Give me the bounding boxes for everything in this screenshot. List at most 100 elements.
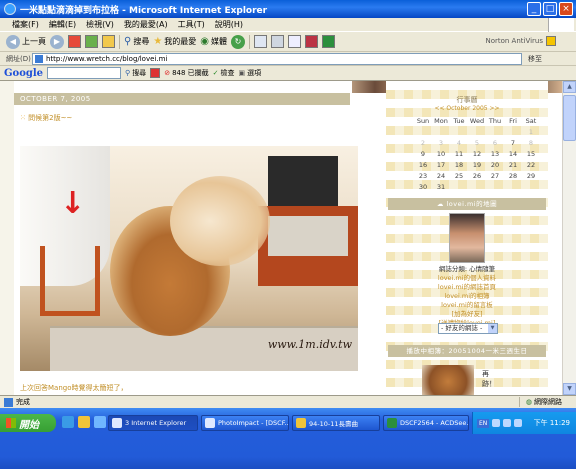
globe-icon: ◍	[525, 398, 532, 406]
google-logo[interactable]: Google	[4, 68, 43, 79]
page-icon	[35, 54, 43, 63]
go-button[interactable]: 移至	[528, 54, 542, 64]
calendar-day	[432, 126, 450, 137]
scroll-up-button[interactable]: ▲	[563, 81, 576, 93]
page-done-icon	[4, 397, 13, 407]
menu-edit[interactable]: 編輯(E)	[49, 19, 76, 30]
menu-bar: 檔案(F) 編輯(E) 檢視(V) 我的最愛(A) 工具(T) 說明(H)	[0, 18, 576, 32]
tray-icon[interactable]	[492, 419, 501, 427]
ie-quicklaunch-icon[interactable]	[62, 416, 74, 428]
category-link[interactable]: 網誌分類: 心情隨筆	[386, 265, 548, 274]
calendar-day	[504, 181, 522, 192]
post-caption: 上次回答Mango時覺得太簡短了，	[20, 384, 128, 392]
calendar-day: 19	[472, 160, 482, 169]
task-internet-explorer[interactable]: 3 Internet Explorer	[108, 415, 198, 431]
profile-link[interactable]: lovei.mi的個人資料	[386, 274, 548, 283]
windows-flag-icon	[6, 418, 16, 428]
album-thumbnail[interactable]	[422, 365, 474, 395]
guestbook-link[interactable]: lovei.mi的留言板	[386, 301, 548, 310]
calendar-day: 23	[418, 171, 428, 180]
desktop-quicklaunch-icon[interactable]	[94, 416, 106, 428]
minimize-button[interactable]: _	[527, 2, 541, 16]
volume-icon[interactable]	[514, 419, 523, 427]
discuss-icon[interactable]	[305, 35, 319, 48]
favorites-button[interactable]: ★ 我的最愛	[153, 36, 196, 47]
scroll-down-button[interactable]: ▼	[563, 383, 576, 395]
calendar-nav[interactable]: << October 2005 >>	[386, 105, 548, 112]
forward-button[interactable]: ▶	[50, 34, 64, 49]
back-button[interactable]: ◀ 上一頁	[6, 34, 46, 49]
calendar-day	[468, 126, 486, 137]
calendar-day: 5	[474, 138, 480, 147]
search-icon: ⚲	[124, 36, 132, 47]
album-link[interactable]: lovei.mi的相簿	[386, 292, 548, 301]
scroll-thumb[interactable]	[563, 95, 576, 141]
options-button[interactable]: ▣ 選項	[239, 68, 262, 78]
address-input[interactable]: http://www.wretch.cc/blog/lovei.mi	[32, 52, 522, 65]
address-bar: 網址(D) http://www.wretch.cc/blog/lovei.mi…	[0, 52, 576, 66]
friend-blogs-select[interactable]: - 好友的網誌 - ▼	[438, 323, 498, 334]
blog-home-link[interactable]: lovei.mi的網誌首頁	[386, 283, 548, 292]
task-photoimpact[interactable]: PhotoImpact - [DSCF...	[201, 415, 289, 431]
menu-view[interactable]: 檢視(V)	[86, 19, 114, 30]
norton-toolbar[interactable]: Norton AntiVirus	[485, 36, 556, 46]
spellcheck-button[interactable]: ✓ 檢查	[213, 68, 235, 78]
calendar-day: 30	[418, 182, 428, 191]
calendar-day	[486, 181, 504, 192]
security-zone: ◍ 網際網路	[518, 397, 562, 407]
google-search-button[interactable]: ⚲ 搜尋	[125, 68, 146, 78]
calendar-day: 9	[420, 149, 426, 158]
folder-quicklaunch-icon[interactable]	[78, 416, 90, 428]
blocker-icon: ⊘	[164, 69, 171, 77]
media-button[interactable]: ◉ 媒體	[200, 36, 227, 47]
google-search-input[interactable]	[47, 67, 122, 79]
task-acdsee[interactable]: DSCF2564 - ACDSee...	[383, 415, 469, 431]
calendar-day: 16	[418, 160, 428, 169]
language-indicator[interactable]: EN	[477, 418, 490, 428]
menu-tools[interactable]: 工具(T)	[178, 19, 205, 30]
photo-shelf-glass	[268, 216, 348, 256]
home-icon[interactable]	[102, 35, 115, 48]
maximize-button[interactable]: □	[543, 2, 557, 16]
history-icon[interactable]: ↻	[231, 34, 246, 49]
page-margin	[0, 81, 14, 395]
calendar-day: 27	[490, 171, 500, 180]
stop-icon[interactable]	[68, 35, 81, 48]
refresh-icon[interactable]	[85, 35, 98, 48]
window-controls: _ □ ×	[527, 2, 573, 16]
popup-blocker[interactable]: ⊘ 848 已攔截	[164, 68, 208, 78]
tray-icon[interactable]	[503, 419, 512, 427]
album-heading: 播放中相簿：20051004一米三週生日	[388, 345, 546, 357]
map-heading: ☁ lovei.mi的地圖	[388, 198, 546, 210]
windows-logo-icon	[548, 18, 574, 32]
profile-links: 網誌分類: 心情隨筆 lovei.mi的個人資料 lovei.mi的網誌首頁 l…	[386, 265, 548, 328]
pagerank-icon[interactable]	[150, 68, 161, 78]
print-icon[interactable]	[271, 35, 285, 48]
close-button[interactable]: ×	[559, 2, 573, 16]
title-bar: 一米點點滴滴掉到布拉格 - Microsoft Internet Explore…	[0, 0, 576, 18]
add-friend-link[interactable]: [加為好友]	[386, 310, 548, 319]
messenger-icon[interactable]	[322, 35, 336, 48]
post-photo-dog[interactable]: ↓ www.1m.idv.tw	[20, 146, 358, 371]
edit-icon[interactable]	[288, 35, 302, 48]
photo-dog-tail	[170, 176, 270, 266]
weekday: Fri	[509, 116, 517, 125]
calendar-day: 22	[526, 160, 536, 169]
red-arrow-icon: ↓	[60, 186, 86, 221]
address-label: 網址(D)	[6, 54, 31, 63]
task-folder[interactable]: 94-10-11長壽曲	[292, 415, 380, 431]
calendar-day[interactable]: 7	[504, 137, 522, 148]
avatar[interactable]	[449, 213, 485, 263]
post-title[interactable]: ⁙ 問候第2版~~	[20, 113, 72, 123]
menu-file[interactable]: 檔案(F)	[12, 19, 39, 30]
search-button[interactable]: ⚲ 搜尋	[124, 36, 149, 47]
mail-icon[interactable]	[254, 35, 268, 48]
start-button[interactable]: 開始	[0, 414, 56, 432]
weekday: Sun	[416, 116, 430, 125]
menu-help[interactable]: 說明(H)	[215, 19, 243, 30]
menu-favorites[interactable]: 我的最愛(A)	[124, 19, 168, 30]
vertical-scrollbar[interactable]: ▲ ▼	[562, 81, 576, 395]
calendar-day: 26	[472, 171, 482, 180]
web-content: OCTOBER 7, 2005 ⁙ 問候第2版~~ ↓ www.1m.idv.t…	[0, 81, 562, 395]
norton-icon	[546, 36, 556, 46]
